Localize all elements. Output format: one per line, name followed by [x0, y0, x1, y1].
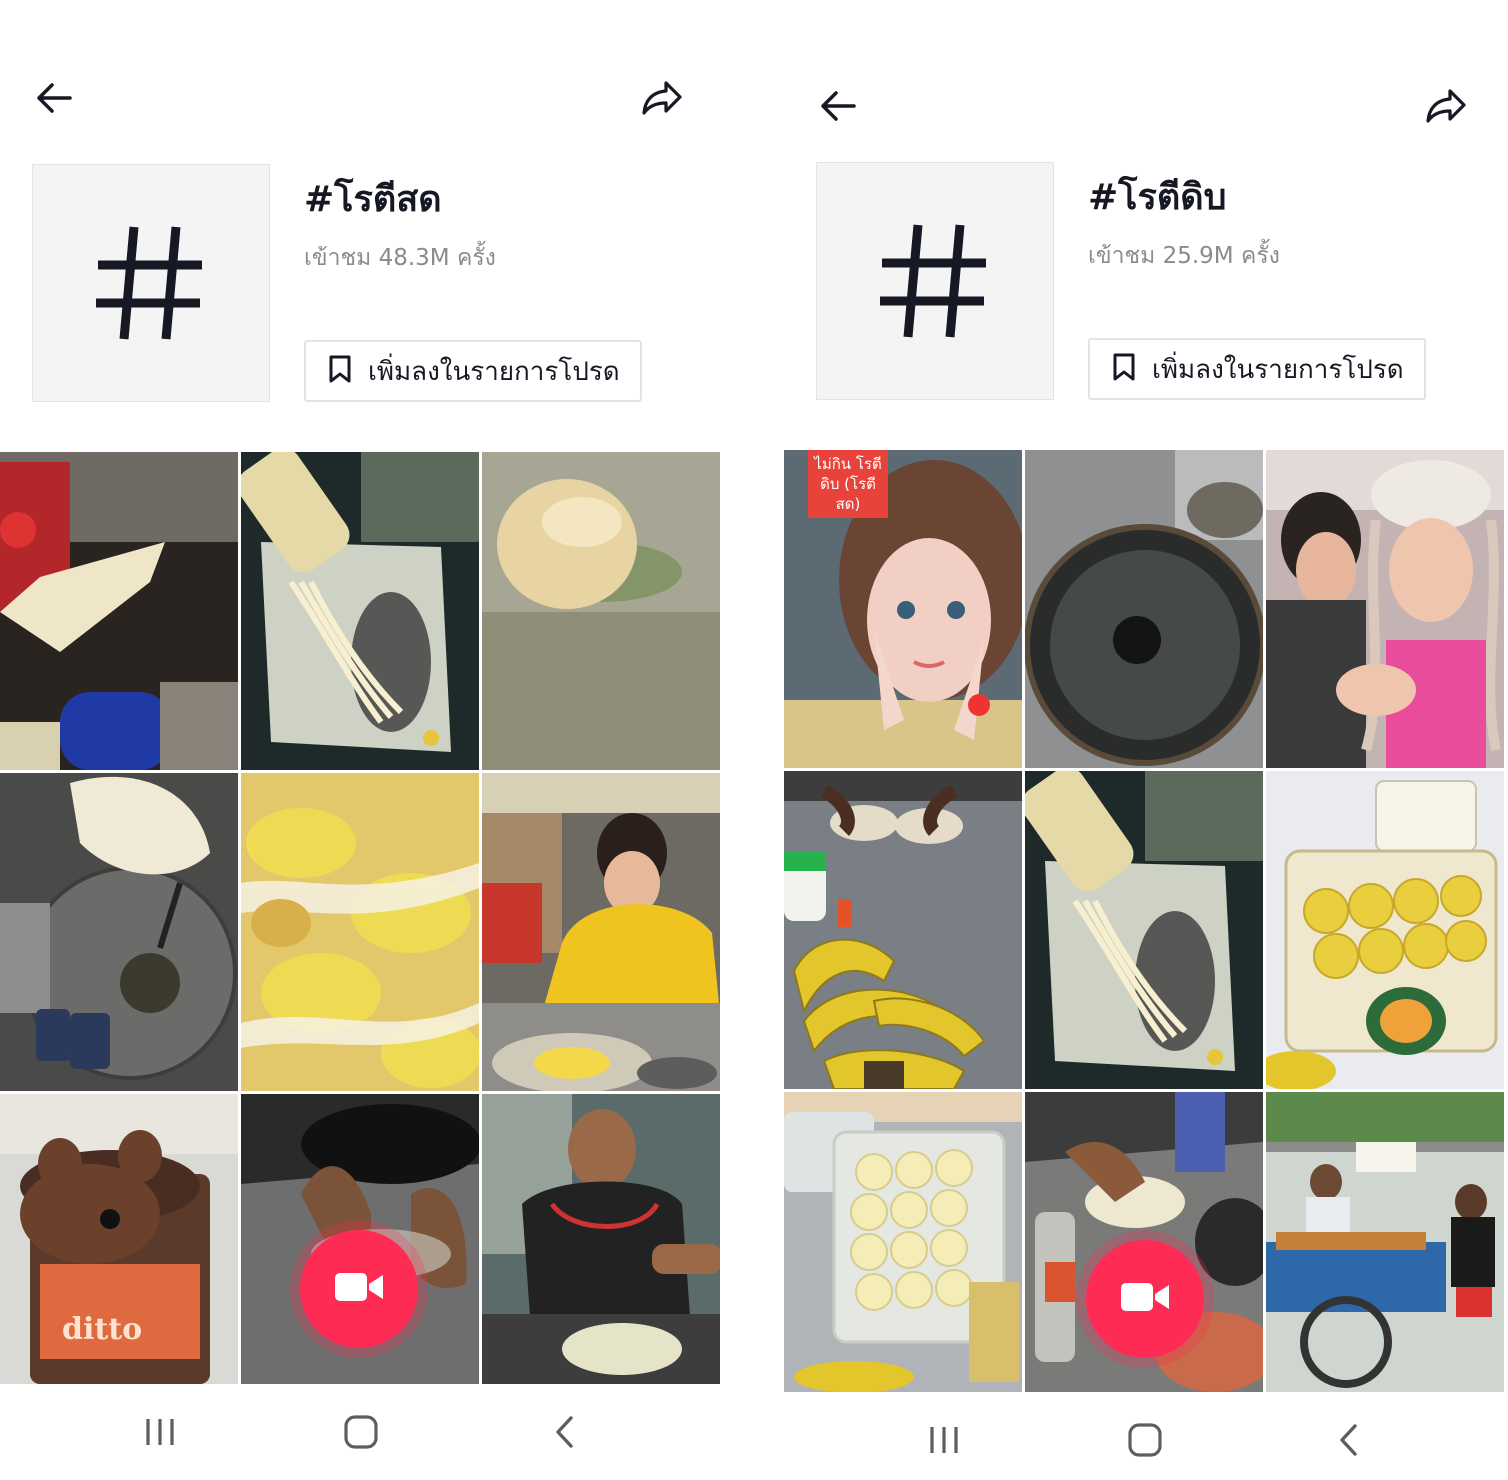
hashtag-title: #โรตีสด [304, 179, 442, 220]
home-icon[interactable] [331, 1402, 391, 1462]
video-thumbnail[interactable] [784, 771, 1022, 1089]
video-thumbnail[interactable] [784, 1092, 1022, 1410]
add-to-favorites-label: เพิ่มลงในรายการโปรด [368, 356, 620, 387]
video-thumbnail[interactable]: ไม่กิน โรตีดิบ (โรตีสด) [784, 450, 1022, 768]
add-to-favorites-button[interactable]: เพิ่มลงในรายการโปรด [1088, 338, 1426, 400]
video-thumbnail[interactable] [0, 773, 238, 1091]
add-to-favorites-button[interactable]: เพิ่มลงในรายการโปรด [304, 340, 642, 402]
bookmark-icon [1112, 352, 1136, 386]
system-nav-bar [784, 1392, 1508, 1480]
system-nav-bar [0, 1384, 724, 1480]
share-icon[interactable] [636, 72, 688, 124]
video-thumbnail[interactable] [1025, 450, 1263, 768]
share-icon[interactable] [1420, 80, 1472, 132]
view-count: เข้าชม 48.3M ครั้ง [304, 245, 496, 271]
video-thumbnail[interactable] [241, 452, 479, 770]
back-arrow-icon[interactable] [812, 80, 864, 132]
nav-back-icon[interactable] [534, 1402, 594, 1462]
top-bar [0, 62, 724, 142]
video-thumbnail[interactable] [1266, 450, 1504, 768]
home-icon[interactable] [1115, 1410, 1175, 1470]
video-overlay-text: ditto [62, 1312, 143, 1347]
back-arrow-icon[interactable] [28, 72, 80, 124]
top-bar [784, 70, 1508, 150]
add-to-favorites-label: เพิ่มลงในรายการโปรด [1152, 354, 1404, 385]
video-thumbnail[interactable] [482, 773, 720, 1091]
video-thumbnail[interactable] [482, 452, 720, 770]
video-overlay-text: ไม่กิน โรตีดิบ (โรตีสด) [808, 450, 888, 518]
recents-icon[interactable] [130, 1402, 190, 1462]
video-thumbnail[interactable] [0, 452, 238, 770]
recents-icon[interactable] [914, 1410, 974, 1470]
record-video-button[interactable] [300, 1230, 418, 1348]
video-camera-icon [334, 1270, 384, 1308]
hashtag-icon [32, 164, 270, 402]
view-count: เข้าชม 25.9M ครั้ง [1088, 243, 1280, 269]
hashtag-icon [816, 162, 1054, 400]
record-video-button[interactable] [1086, 1240, 1204, 1358]
video-thumbnail[interactable] [482, 1094, 720, 1412]
video-thumbnail[interactable] [1266, 1092, 1504, 1410]
hashtag-page-roti-dib: #โรตีดิบ เข้าชม 25.9M ครั้ง เพิ่มลงในราย… [784, 0, 1508, 1480]
bookmark-icon [328, 354, 352, 388]
hashtag-page-roti-sod: #โรตีสด เข้าชม 48.3M ครั้ง เพิ่มลงในรายก… [0, 0, 724, 1480]
hashtag-title: #โรตีดิบ [1088, 177, 1227, 218]
video-thumbnail[interactable] [1266, 771, 1504, 1089]
video-thumbnail[interactable] [241, 773, 479, 1091]
nav-back-icon[interactable] [1318, 1410, 1378, 1470]
video-thumbnail[interactable]: ditto [0, 1094, 238, 1412]
video-camera-icon [1120, 1280, 1170, 1318]
video-thumbnail[interactable] [1025, 771, 1263, 1089]
